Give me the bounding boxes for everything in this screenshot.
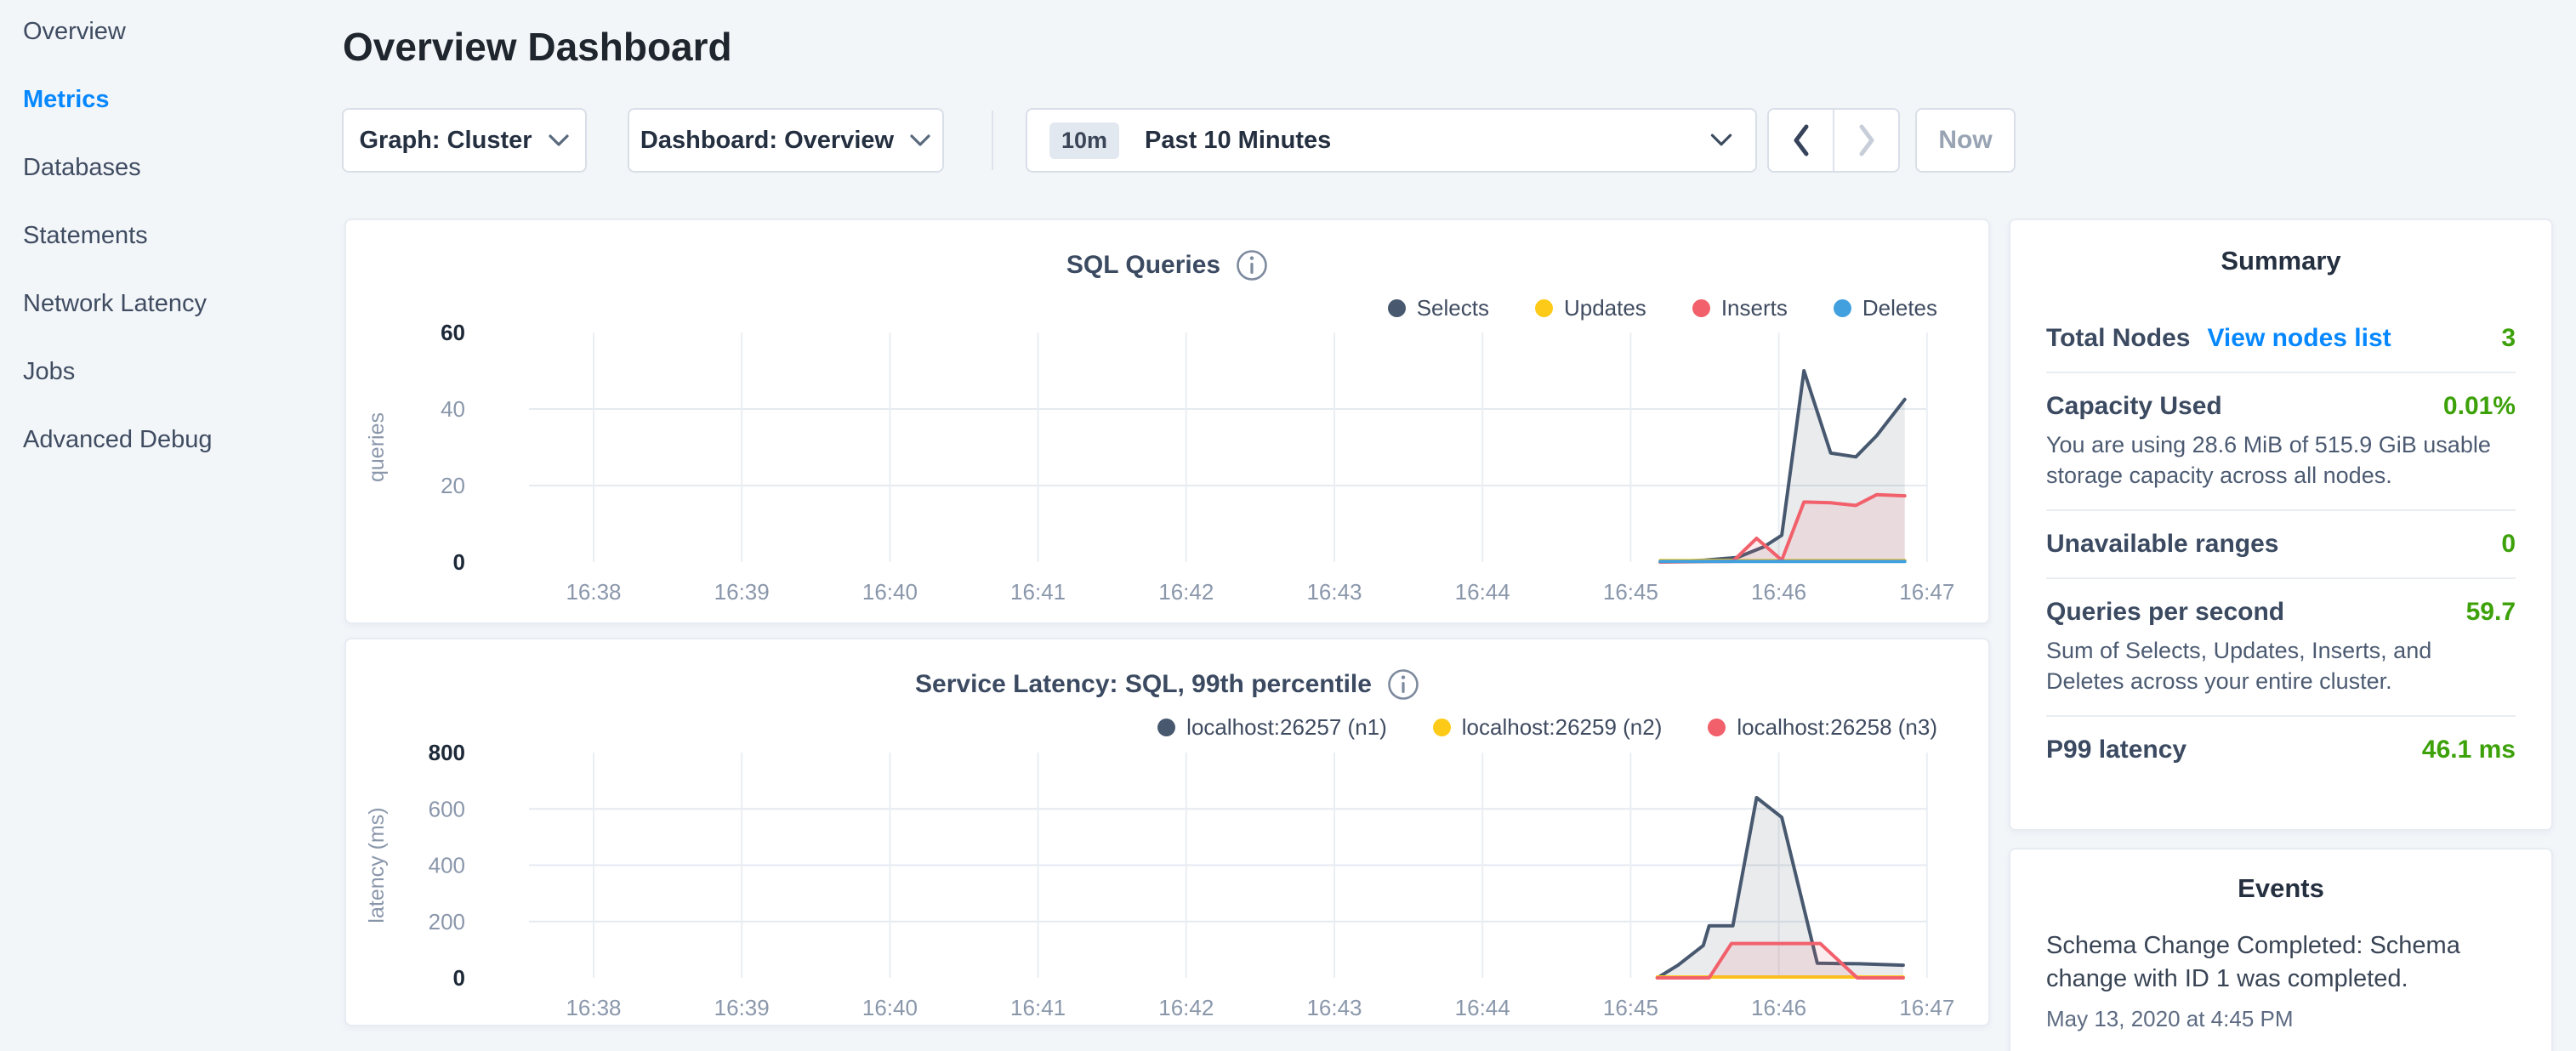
sidebar-item-databases[interactable]: Databases	[23, 150, 338, 185]
svg-text:400: 400	[429, 853, 465, 878]
svg-text:16:46: 16:46	[1751, 995, 1806, 1020]
summary-value: 0	[2501, 530, 2516, 558]
svg-text:200: 200	[429, 909, 465, 935]
controls-divider	[992, 111, 993, 170]
svg-text:16:43: 16:43	[1306, 995, 1362, 1020]
summary-subtext: Sum of Selects, Updates, Inserts, and De…	[2046, 638, 2432, 694]
svg-text:16:40: 16:40	[862, 995, 918, 1020]
view-nodes-list-link[interactable]: View nodes list	[2207, 324, 2391, 353]
svg-text:16:46: 16:46	[1751, 579, 1806, 605]
svg-text:0: 0	[453, 549, 465, 575]
service-latency-chart-card: Service Latency: SQL, 99th percentile lo…	[344, 638, 1990, 1026]
chart-plot-0: 16:38 16:39 16:40 16:41 16:42 16:43 16:44 16:45…	[365, 320, 1954, 605]
sidebar: Overview Metrics Databases Statements Ne…	[23, 14, 338, 490]
summary-label: Unavailable ranges	[2046, 530, 2279, 558]
metrics-overview-page: Overview Metrics Databases Statements Ne…	[0, 0, 2576, 1051]
svg-text:16:38: 16:38	[566, 579, 621, 605]
chevron-right-icon	[1859, 124, 1874, 156]
event-item-text: Schema Change Completed: Schema change w…	[2046, 932, 2460, 992]
chart-plot-1: 16:38 16:39 16:40 16:41 16:42 16:43 16:44 16:45…	[365, 740, 1954, 1020]
events-panel: Events Schema Change Completed: Schema c…	[2009, 848, 2553, 1051]
summary-title: Summary	[2221, 246, 2341, 276]
summary-row-p99-latency: P99 latency 46.1 ms	[2046, 715, 2516, 783]
sidebar-item-overview[interactable]: Overview	[23, 14, 338, 49]
svg-text:16:41: 16:41	[1010, 995, 1066, 1020]
svg-text:800: 800	[429, 740, 465, 765]
sidebar-item-jobs[interactable]: Jobs	[23, 354, 338, 389]
dashboard-dropdown-label: Dashboard: Overview	[640, 126, 895, 154]
summary-value: 59.7	[2465, 598, 2516, 626]
summary-row-capacity-used: Capacity Used 0.01% You are using 28.6 M…	[2046, 372, 2516, 509]
summary-label: Capacity Used	[2046, 392, 2222, 420]
chevron-left-icon	[1794, 124, 1808, 156]
svg-text:16:45: 16:45	[1603, 579, 1658, 605]
summary-subtext: You are using 28.6 MiB of 515.9 GiB usab…	[2046, 432, 2491, 488]
svg-text:16:38: 16:38	[566, 995, 621, 1020]
chevron-down-icon	[910, 134, 930, 146]
now-button[interactable]: Now	[1915, 108, 2016, 173]
svg-text:16:43: 16:43	[1306, 579, 1362, 605]
summary-label: Total Nodes	[2046, 324, 2191, 352]
summary-value: 46.1 ms	[2421, 736, 2516, 764]
now-button-label: Now	[1938, 126, 1993, 154]
graph-scope-dropdown-label: Graph: Cluster	[359, 126, 532, 154]
sidebar-item-metrics[interactable]: Metrics	[23, 82, 338, 117]
sidebar-item-statements[interactable]: Statements	[23, 218, 338, 253]
time-step-back-button[interactable]	[1769, 110, 1833, 171]
time-step-buttons	[1767, 108, 1900, 173]
time-range-label: Past 10 Minutes	[1145, 126, 1332, 154]
svg-text:16:40: 16:40	[862, 579, 918, 605]
summary-row-total-nodes: Total Nodes View nodes list 3	[2046, 305, 2516, 372]
summary-value: 3	[2501, 324, 2516, 352]
svg-text:latency (ms): latency (ms)	[365, 807, 389, 923]
svg-text:16:44: 16:44	[1455, 995, 1510, 1020]
summary-row-queries-per-second: Queries per second 59.7 Sum of Selects, …	[2046, 577, 2516, 715]
svg-text:60: 60	[441, 320, 465, 345]
page-title: Overview Dashboard	[343, 25, 732, 69]
sidebar-item-network-latency[interactable]: Network Latency	[23, 286, 338, 321]
svg-text:16:42: 16:42	[1158, 995, 1214, 1020]
svg-text:16:41: 16:41	[1010, 579, 1066, 605]
graph-scope-dropdown[interactable]: Graph: Cluster	[342, 108, 587, 173]
time-window-badge: 10m	[1049, 122, 1120, 159]
chevron-down-icon	[1710, 134, 1732, 146]
sql-queries-chart-card: SQL Queries Selects Updates Inserts Dele…	[344, 219, 1990, 624]
svg-text:20: 20	[441, 473, 465, 498]
summary-label: Queries per second	[2046, 598, 2285, 626]
events-title: Events	[2238, 873, 2324, 903]
summary-panel: Summary Total Nodes View nodes list 3 Ca…	[2009, 219, 2553, 831]
svg-text:16:39: 16:39	[714, 579, 770, 605]
chevron-down-icon	[548, 134, 569, 146]
dashboard-dropdown[interactable]: Dashboard: Overview	[628, 108, 944, 173]
summary-row-unavailable-ranges: Unavailable ranges 0	[2046, 509, 2516, 577]
svg-text:600: 600	[429, 796, 465, 821]
svg-text:40: 40	[441, 396, 465, 422]
svg-text:16:47: 16:47	[1899, 995, 1954, 1020]
summary-value: 0.01%	[2442, 392, 2516, 420]
time-range-picker[interactable]: 10m Past 10 Minutes	[1026, 108, 1757, 173]
svg-text:16:44: 16:44	[1455, 579, 1510, 605]
svg-text:queries: queries	[365, 412, 389, 482]
svg-text:16:47: 16:47	[1899, 579, 1954, 605]
event-item-timestamp: May 13, 2020 at 4:45 PM	[2046, 1006, 2294, 1031]
svg-text:16:42: 16:42	[1158, 579, 1214, 605]
svg-text:16:45: 16:45	[1603, 995, 1658, 1020]
summary-label: P99 latency	[2046, 736, 2187, 764]
sidebar-item-advanced-debug[interactable]: Advanced Debug	[23, 422, 338, 457]
time-step-forward-button[interactable]	[1833, 110, 1898, 171]
svg-text:16:39: 16:39	[714, 995, 770, 1020]
svg-text:0: 0	[453, 965, 465, 991]
